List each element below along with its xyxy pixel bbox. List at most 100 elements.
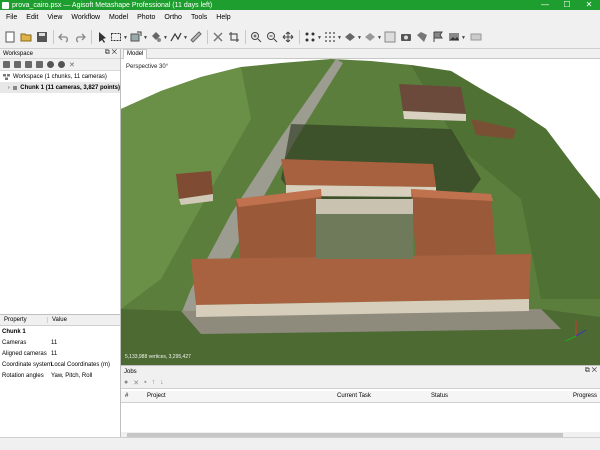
- move-object-icon[interactable]: [150, 31, 162, 43]
- value-column-header: Value: [52, 317, 67, 323]
- camera-icon[interactable]: [400, 31, 412, 43]
- add-folder-icon[interactable]: [25, 61, 32, 68]
- crop-selection-icon[interactable]: [228, 31, 240, 43]
- jobs-title: Jobs: [124, 368, 137, 375]
- property-column-header: Property: [0, 317, 48, 323]
- model-viewport[interactable]: Perspective 30° 5,133,988 vertices, 3,29…: [121, 59, 600, 365]
- open-icon[interactable]: [20, 31, 32, 43]
- status-bar: [0, 437, 600, 450]
- workspace-title: Workspace: [3, 50, 33, 57]
- move-region-icon[interactable]: [282, 31, 294, 43]
- property-key: Chunk 1: [2, 328, 26, 335]
- chunk-1-label: Chunk 1 (11 cameras, 3,827 points): [20, 84, 120, 91]
- workspace-root-label: Workspace (1 chunks, 11 cameras): [13, 73, 107, 80]
- new-icon[interactable]: [4, 31, 16, 43]
- property-row: Rotation angles Yaw, Pitch, Roll: [0, 370, 120, 381]
- property-key: Coordinate system: [2, 361, 53, 368]
- pause-job-icon[interactable]: ✕: [133, 379, 139, 387]
- zoom-out-icon[interactable]: [266, 31, 278, 43]
- show-images-icon[interactable]: [448, 31, 460, 43]
- menu-view[interactable]: View: [47, 14, 62, 21]
- remove-job-icon[interactable]: ▪: [144, 379, 146, 386]
- main-toolbar: ▼ ▼ ▼ ▼ ▼ ▼ ▼ ▼ ▼: [0, 25, 600, 49]
- add-chunk-icon[interactable]: [3, 61, 10, 68]
- disable-icon[interactable]: [58, 61, 65, 68]
- property-row: Cameras 11: [0, 337, 120, 348]
- property-key: Cameras: [2, 339, 27, 346]
- resize-region-icon[interactable]: [130, 31, 142, 43]
- save-icon[interactable]: [36, 31, 48, 43]
- window-title: prova_cairo.psx — Agisoft Metashape Prof…: [12, 1, 213, 9]
- chunk-1-item[interactable]: › Chunk 1 (11 cameras, 3,827 points): [0, 82, 120, 93]
- workspace-panel: Workspace ⧉ ✕ ✕ Workspace (1 chunks, 11 …: [0, 49, 121, 314]
- app-icon: [2, 1, 9, 9]
- properties-panel: Property Value Chunk 1 Cameras 11 Aligne…: [0, 314, 121, 450]
- menu-model[interactable]: Model: [109, 14, 128, 21]
- col-progress: Progress: [573, 393, 598, 399]
- menu-file[interactable]: File: [6, 14, 17, 21]
- enable-icon[interactable]: [47, 61, 54, 68]
- model-textured-icon[interactable]: [364, 31, 376, 43]
- redo-icon[interactable]: [74, 31, 86, 43]
- undo-icon[interactable]: [58, 31, 70, 43]
- chunk-icon: [12, 85, 18, 90]
- menu-workflow[interactable]: Workflow: [71, 14, 100, 21]
- property-row: Aligned cameras 11: [0, 348, 120, 359]
- tab-model[interactable]: Model: [123, 49, 148, 59]
- property-value: Local Coordinates (m): [51, 361, 111, 368]
- close-button[interactable]: ✕: [578, 0, 600, 10]
- menu-ortho[interactable]: Ortho: [164, 14, 182, 21]
- menu-bar: File Edit View Workflow Model Photo Orth…: [0, 10, 600, 25]
- col-current-task: Current Task: [337, 393, 371, 399]
- model-tab-bar: Model: [121, 49, 600, 59]
- jobs-table-header: # Project Current Task Status Progress: [121, 391, 600, 403]
- zoom-in-icon[interactable]: [250, 31, 262, 43]
- add-photos-icon[interactable]: [14, 61, 21, 68]
- draw-polyline-icon[interactable]: [170, 31, 182, 43]
- move-up-icon[interactable]: ↑: [152, 379, 156, 386]
- remove-icon[interactable]: ✕: [69, 61, 75, 69]
- menu-edit[interactable]: Edit: [26, 14, 38, 21]
- menu-photo[interactable]: Photo: [137, 14, 155, 21]
- move-down-icon[interactable]: ↓: [160, 379, 164, 386]
- delete-selection-icon[interactable]: [212, 31, 224, 43]
- markers-flag-icon[interactable]: [432, 31, 444, 43]
- minimize-button[interactable]: —: [534, 0, 556, 10]
- jobs-header: Jobs ⧉ ✕: [121, 366, 600, 377]
- panel-float-close-icons[interactable]: ⧉ ✕: [105, 49, 117, 57]
- title-bar: prova_cairo.psx — Agisoft Metashape Prof…: [0, 0, 600, 10]
- tiled-model-icon[interactable]: [384, 31, 396, 43]
- workspace-icon: [3, 73, 10, 80]
- navigation-cursor-icon[interactable]: [96, 31, 108, 43]
- jobs-toolbar: ● ✕ ▪ ↑ ↓: [121, 377, 600, 389]
- property-key: Rotation angles: [2, 372, 44, 379]
- textured-model-render: [121, 59, 600, 365]
- property-value: 11: [51, 339, 58, 346]
- col-number: #: [125, 393, 129, 399]
- maximize-button[interactable]: ☐: [556, 0, 578, 10]
- dense-cloud-icon[interactable]: [324, 31, 336, 43]
- panel-float-close-icons[interactable]: ⧉ ✕: [585, 367, 597, 375]
- model-shaded-icon[interactable]: [344, 31, 356, 43]
- ruler-icon[interactable]: [190, 31, 202, 43]
- workspace-toolbar: ✕: [0, 59, 120, 71]
- col-status: Status: [431, 393, 449, 399]
- menu-help[interactable]: Help: [216, 14, 230, 21]
- workspace-header: Workspace ⧉ ✕: [0, 49, 120, 59]
- col-project: Project: [147, 393, 166, 399]
- property-row: Chunk 1: [0, 326, 120, 337]
- workspace-root[interactable]: Workspace (1 chunks, 11 cameras): [0, 71, 120, 82]
- menu-tools[interactable]: Tools: [191, 14, 207, 21]
- filter-icon[interactable]: [36, 61, 43, 68]
- properties-header: Property Value: [0, 315, 120, 326]
- rectangle-selection-icon[interactable]: [110, 31, 122, 43]
- shapes-icon[interactable]: [416, 31, 428, 43]
- perspective-label: Perspective 30°: [126, 64, 169, 70]
- model-info-overlay: 5,133,988 vertices, 3,295,427: [125, 354, 191, 360]
- point-cloud-icon[interactable]: [304, 31, 316, 43]
- expand-chevron-icon[interactable]: ›: [8, 85, 10, 91]
- property-key: Aligned cameras: [2, 350, 47, 357]
- start-job-icon[interactable]: ●: [124, 379, 128, 386]
- show-region-icon[interactable]: [470, 31, 482, 43]
- property-row: Coordinate system Local Coordinates (m): [0, 359, 120, 370]
